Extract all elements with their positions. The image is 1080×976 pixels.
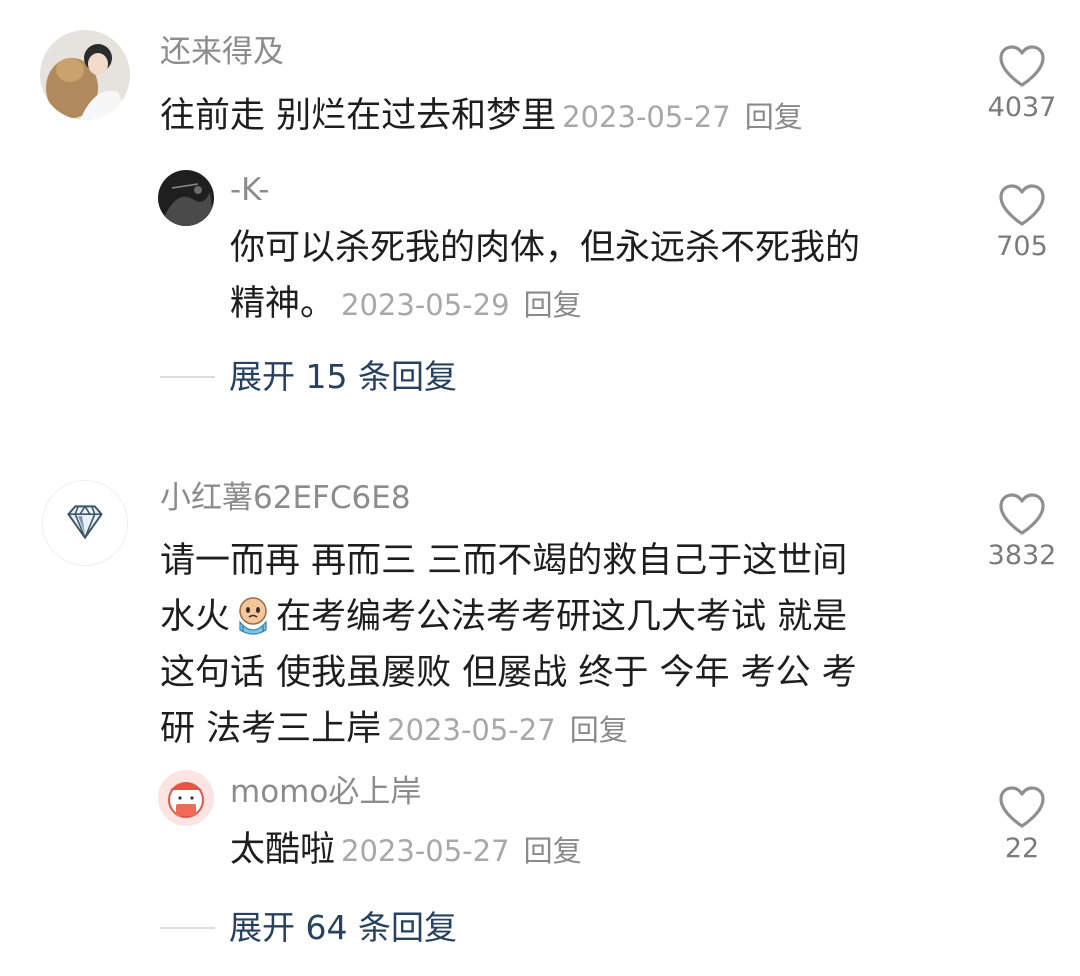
heart-icon [999,786,1045,828]
reply-body-line-2: 精神。 2023-05-29 回复 [230,276,860,333]
reply-text: 你可以杀死我的肉体，但永远杀不死我的 精神。 2023-05-29 回复 [230,220,860,333]
reply-username[interactable]: momo必上岸 [230,777,421,808]
comment-body-line: 水火 [160,597,231,637]
like-count: 22 [1004,833,1040,864]
like-button[interactable]: 22 [982,785,1062,862]
reply-body-line: 精神。 [230,284,336,324]
reply-date: 2023-05-29 [341,288,510,322]
reply-button[interactable]: 回复 [524,834,582,868]
reply-button[interactable]: 回复 [524,288,582,322]
like-count: 3832 [987,540,1057,571]
avatar[interactable] [40,30,130,120]
heart-icon [999,45,1045,87]
heart-icon [999,493,1045,535]
comment-date: 2023-05-27 [562,100,731,134]
divider [160,375,215,378]
comment-body-line: 请一而再 再而三 三而不竭的救自己于这世间 [160,541,848,581]
comment-text: 往前走 别烂在过去和梦里 2023-05-27 回复 [160,88,803,145]
expand-replies-label: 展开 15 条回复 [229,357,457,396]
reply-text: 太酷啦 2023-05-27 回复 [230,822,582,879]
comment-body-line-4: 研 法考三上岸 2023-05-27 回复 [160,701,857,758]
comment-body-line: 在考编考公法考考研这几大考试 就是 [276,597,848,637]
comment-body-line: 研 法考三上岸 [160,709,382,749]
reply-date: 2023-05-27 [341,834,510,868]
reply-body: 太酷啦 [230,830,336,870]
reply-button[interactable]: 回复 [570,713,628,747]
divider [160,926,215,929]
like-button[interactable]: 705 [982,183,1062,260]
reply-button[interactable]: 回复 [745,100,803,134]
like-button[interactable]: 4037 [982,44,1062,121]
reply-body-line: 你可以杀死我的肉体，但永远杀不死我的 [230,228,861,268]
like-count: 4037 [987,92,1057,123]
comment-username[interactable]: 还来得及 [160,37,284,68]
avatar[interactable] [158,170,214,226]
like-button[interactable]: 3832 [982,492,1062,569]
expand-replies-label: 展开 64 条回复 [229,908,457,947]
avatar[interactable] [158,770,214,826]
like-count: 705 [996,231,1048,262]
comment-body-line-2: 水火 在考编考公法考考研这几大考试 就是 [160,589,857,645]
avatar[interactable] [42,480,128,566]
comment-date: 2023-05-27 [387,713,556,747]
heart-icon [999,184,1045,226]
comment-username[interactable]: 小红薯62EFC6E8 [160,483,411,514]
comment-body: 往前走 别烂在过去和梦里 [160,96,557,136]
expand-replies-button[interactable]: 展开 15 条回复 [160,360,457,393]
reply-username[interactable]: -K- [230,175,269,206]
crying-face-emoji-icon [232,594,274,636]
comment-text: 请一而再 再而三 三而不竭的救自己于这世间 水火 在考编考公法考考研这几大考试 … [160,533,857,758]
expand-replies-button[interactable]: 展开 64 条回复 [160,911,457,944]
comment-body-line: 这句话 使我虽屡败 但屡战 终于 今年 考公 考 [160,653,857,693]
